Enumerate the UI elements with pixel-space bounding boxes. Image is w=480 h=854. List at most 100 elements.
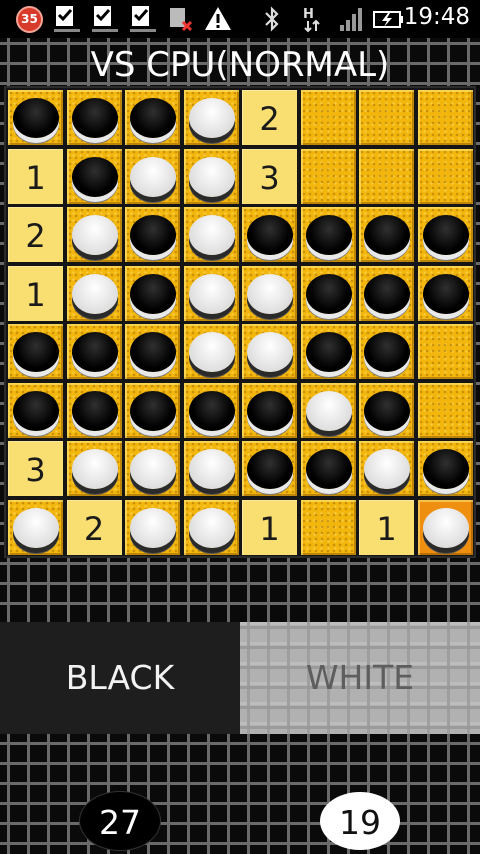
board-cell[interactable] — [8, 90, 63, 145]
board-cell[interactable] — [66, 441, 122, 496]
board-cell[interactable]: 3 — [242, 148, 297, 204]
white-disc — [71, 215, 118, 255]
board-cell[interactable] — [125, 148, 180, 204]
board-cell[interactable] — [417, 324, 473, 379]
move-hint-count: 1 — [259, 509, 280, 548]
board-cell[interactable] — [417, 382, 473, 438]
board-cell[interactable] — [125, 265, 180, 321]
board-cell[interactable] — [242, 441, 297, 496]
board-cell[interactable] — [242, 324, 297, 379]
game-board[interactable]: 213213211 — [4, 86, 476, 558]
move-hint-count: 3 — [259, 158, 280, 197]
task-done-icon — [130, 6, 156, 32]
white-turn-indicator: WHITE — [240, 622, 480, 734]
black-disc — [247, 215, 293, 255]
board-cell[interactable] — [242, 207, 297, 262]
board-cell[interactable] — [125, 90, 180, 145]
board-cell[interactable] — [300, 265, 356, 321]
board-cell[interactable] — [417, 499, 473, 555]
board-cell[interactable] — [8, 499, 63, 555]
black-disc — [130, 273, 176, 314]
board-cell[interactable] — [183, 441, 239, 496]
white-disc — [188, 156, 235, 197]
battery-charging-icon — [373, 11, 403, 28]
black-disc — [364, 332, 410, 372]
board-cell[interactable] — [66, 207, 122, 262]
board-cell[interactable]: 1 — [8, 148, 63, 204]
board-cell[interactable] — [417, 207, 473, 262]
board-cell[interactable] — [417, 441, 473, 496]
board-cell[interactable] — [359, 265, 414, 321]
board-cell[interactable] — [359, 207, 414, 262]
board-cell[interactable] — [300, 324, 356, 379]
sd-card-error-icon — [170, 8, 193, 32]
board-cell[interactable] — [300, 207, 356, 262]
status-bar: 35 H 19:48 — [0, 0, 480, 38]
board-cell[interactable] — [8, 324, 63, 379]
board-cell[interactable] — [125, 207, 180, 262]
board-cell[interactable] — [125, 499, 180, 555]
move-hint-count: 1 — [25, 275, 46, 314]
board-cell[interactable] — [300, 382, 356, 438]
board-cell[interactable] — [183, 265, 239, 321]
move-hint-count: 3 — [25, 451, 46, 489]
board-cell[interactable]: 1 — [242, 499, 297, 555]
board-cell[interactable] — [125, 441, 180, 496]
board-cell[interactable] — [66, 148, 122, 204]
board-cell[interactable]: 2 — [66, 499, 122, 555]
board-cell[interactable] — [183, 148, 239, 204]
board-cell[interactable] — [183, 499, 239, 555]
board-cell[interactable]: 2 — [8, 207, 63, 262]
board-cell[interactable] — [359, 148, 414, 204]
board-cell[interactable] — [183, 382, 239, 438]
board-cell[interactable] — [66, 265, 122, 321]
board-cell[interactable] — [66, 382, 122, 438]
board-cell[interactable] — [183, 324, 239, 379]
board-cell[interactable]: 1 — [8, 265, 63, 321]
board-cell[interactable] — [359, 441, 414, 496]
board-cell[interactable] — [300, 90, 356, 145]
board-cell[interactable] — [417, 148, 473, 204]
board-cell[interactable] — [125, 382, 180, 438]
black-disc — [71, 390, 118, 431]
board-cell[interactable] — [300, 148, 356, 204]
signal-icon — [340, 8, 362, 31]
board-cell[interactable] — [183, 207, 239, 262]
board-cell[interactable]: 2 — [242, 90, 297, 145]
board-cell[interactable] — [417, 265, 473, 321]
board-cell[interactable] — [417, 90, 473, 145]
move-hint-count: 1 — [25, 158, 46, 197]
black-disc — [305, 215, 352, 255]
board-cell[interactable] — [183, 90, 239, 145]
white-disc — [130, 449, 176, 489]
board-cell[interactable] — [242, 382, 297, 438]
board-cell[interactable] — [300, 499, 356, 555]
board-cell[interactable] — [66, 324, 122, 379]
black-disc — [422, 273, 469, 314]
board-cell[interactable]: 3 — [8, 441, 63, 496]
white-disc — [71, 449, 118, 489]
white-disc — [71, 273, 118, 314]
white-disc — [188, 273, 235, 314]
notification-count-badge[interactable]: 35 — [16, 6, 43, 33]
board-cell[interactable] — [242, 265, 297, 321]
black-disc — [305, 332, 352, 372]
white-disc — [422, 507, 469, 548]
white-disc — [188, 449, 235, 489]
board-cell[interactable] — [359, 90, 414, 145]
board-cell[interactable] — [66, 90, 122, 145]
white-score: 19 — [320, 792, 400, 850]
white-disc — [188, 332, 235, 372]
board-cell[interactable] — [359, 324, 414, 379]
black-turn-indicator: BLACK — [0, 622, 240, 734]
board-cell[interactable] — [300, 441, 356, 496]
board-cell[interactable] — [359, 382, 414, 438]
warning-icon — [205, 7, 231, 30]
board-cell[interactable] — [8, 382, 63, 438]
black-disc — [13, 390, 59, 431]
black-disc — [130, 98, 176, 138]
hspa-data-icon: H — [303, 7, 320, 33]
board-cell[interactable] — [125, 324, 180, 379]
board-cell[interactable]: 1 — [359, 499, 414, 555]
black-disc — [422, 449, 469, 489]
